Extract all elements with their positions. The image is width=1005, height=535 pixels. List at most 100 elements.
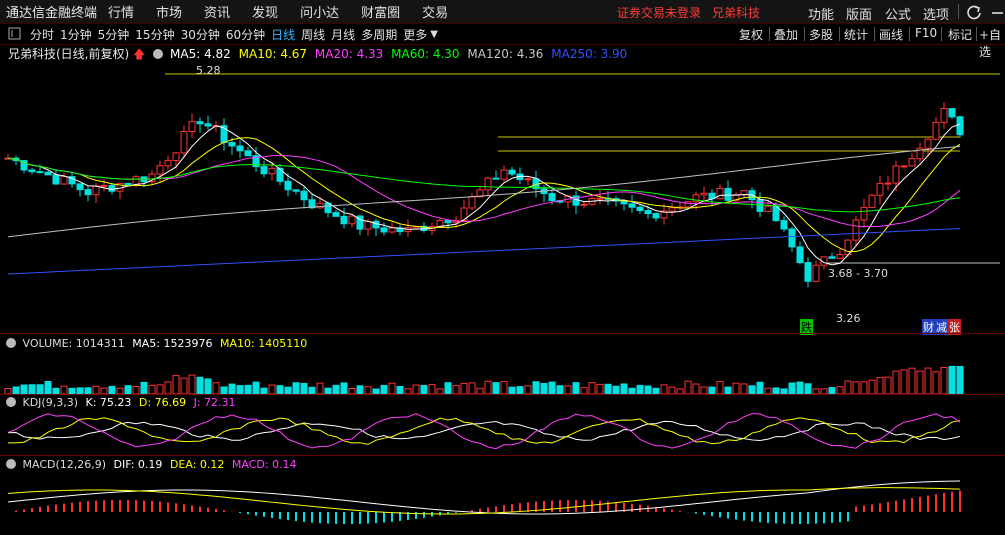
tool-huaxian[interactable]: 画线 xyxy=(879,26,903,43)
volume-bar xyxy=(788,382,796,394)
minimize-icon[interactable] xyxy=(990,4,1005,20)
tool-fuquan[interactable]: 复权 xyxy=(739,26,763,43)
volume-bar xyxy=(548,381,556,394)
volume-bar xyxy=(860,381,868,394)
volume-bar xyxy=(460,382,468,394)
volume-chart[interactable] xyxy=(0,350,1005,394)
volume-bar xyxy=(564,385,572,394)
volume-bar xyxy=(172,375,180,394)
candlestick-chart[interactable] xyxy=(0,60,1005,332)
period-1min[interactable]: 1分钟 xyxy=(60,26,92,43)
volume-settings-icon[interactable] xyxy=(6,338,16,348)
candle-body xyxy=(836,254,844,259)
period-15min[interactable]: 15分钟 xyxy=(135,26,174,43)
volume-bar xyxy=(180,377,188,394)
macd-chart[interactable] xyxy=(0,472,1005,535)
candle-body xyxy=(76,183,84,191)
volume-bar xyxy=(268,384,276,394)
volume-bar xyxy=(340,382,348,394)
macd-settings-icon[interactable] xyxy=(6,459,16,469)
candle-body xyxy=(900,165,908,168)
volume-bar xyxy=(532,381,540,394)
period-multi[interactable]: 多周期 xyxy=(361,26,397,43)
candle-body xyxy=(500,169,508,180)
menu-wenxiaoda[interactable]: 问小达 xyxy=(300,2,339,21)
tool-diejia[interactable]: 叠加 xyxy=(774,26,798,43)
period-monthly[interactable]: 月线 xyxy=(331,26,355,43)
volume-bar xyxy=(932,371,940,394)
kdj-chart[interactable] xyxy=(0,408,1005,454)
candle-body xyxy=(204,123,212,127)
menu-shichang[interactable]: 市场 xyxy=(156,2,182,21)
candle-body xyxy=(788,228,796,248)
candle-body xyxy=(244,150,252,157)
menu-banmian[interactable]: 版面 xyxy=(846,4,872,23)
candle-body xyxy=(940,108,948,123)
tool-duogu[interactable]: 多股 xyxy=(809,26,833,43)
volume-bar xyxy=(572,382,580,394)
settings-circle-icon[interactable] xyxy=(153,49,164,59)
tool-f10[interactable]: F10 xyxy=(915,26,937,40)
candle-body xyxy=(580,203,588,206)
kdj-settings-icon[interactable] xyxy=(6,397,16,407)
candle-body xyxy=(260,166,268,175)
candle-body xyxy=(268,167,276,175)
candle-body xyxy=(180,130,188,154)
volume-header: VOLUME: 1014311 MA5: 1523976 MA10: 14051… xyxy=(6,337,307,350)
candle-body xyxy=(644,210,652,215)
period-30min[interactable]: 30分钟 xyxy=(181,26,220,43)
menu-zixun[interactable]: 资讯 xyxy=(204,2,230,21)
volume-bar xyxy=(620,383,628,394)
candle-body xyxy=(524,178,532,181)
period-60min[interactable]: 60分钟 xyxy=(226,26,265,43)
period-more[interactable]: 更多 xyxy=(403,26,427,43)
volume-bar xyxy=(60,385,68,394)
divider xyxy=(958,4,959,19)
volume-bar xyxy=(20,384,28,394)
volume-bar xyxy=(484,380,492,394)
candle-body xyxy=(628,203,636,208)
toolbar-toggle-icon[interactable] xyxy=(8,27,22,41)
menu-hangqing[interactable]: 行情 xyxy=(108,2,134,21)
macd-dif: DIF: 0.19 xyxy=(113,458,163,471)
menu-jiaoyi[interactable]: 交易 xyxy=(422,2,448,21)
volume-bar xyxy=(244,384,252,394)
period-daily[interactable]: 日线 xyxy=(271,26,295,43)
volume-bar xyxy=(92,385,100,394)
menu-gongshi[interactable]: 公式 xyxy=(885,4,911,23)
candle-body xyxy=(908,158,916,167)
candle-body xyxy=(716,187,724,200)
candle-body xyxy=(52,174,60,185)
refresh-icon[interactable] xyxy=(966,4,982,20)
ma20-value: MA20: 4.33 xyxy=(314,47,384,61)
candle-body xyxy=(292,189,300,192)
tool-zixuan[interactable]: +自选 xyxy=(979,26,1005,60)
volume-bar xyxy=(388,382,396,394)
menu-gongneng[interactable]: 功能 xyxy=(808,4,834,23)
volume-bar xyxy=(300,382,308,394)
tool-biaoji[interactable]: 标记 xyxy=(948,26,972,43)
tool-tongji[interactable]: 统计 xyxy=(844,26,868,43)
menu-xuanxiang[interactable]: 选项 xyxy=(923,4,949,23)
candle-body xyxy=(100,184,108,187)
volume-bar xyxy=(316,382,324,394)
volume-bar xyxy=(852,381,860,394)
period-weekly[interactable]: 周线 xyxy=(301,26,325,43)
candle-body xyxy=(876,182,884,196)
login-notice[interactable]: 证券交易未登录 xyxy=(617,4,701,21)
volume-bar xyxy=(364,386,372,394)
volume-bar xyxy=(12,386,20,394)
period-fenshi[interactable]: 分时 xyxy=(30,26,54,43)
volume-ma10: MA10: 1405110 xyxy=(219,337,308,350)
candle-body xyxy=(956,116,964,136)
menu-caifuquan[interactable]: 财富圈 xyxy=(361,2,400,21)
more-dropdown-icon[interactable]: ▼ xyxy=(430,29,438,40)
candle-body xyxy=(740,190,748,196)
menu-faxian[interactable]: 发现 xyxy=(252,2,278,21)
ma5-value: MA5: 4.82 xyxy=(170,47,231,61)
volume-bar xyxy=(108,385,116,394)
volume-bar xyxy=(292,382,300,394)
divider xyxy=(976,27,977,41)
ma20-line xyxy=(7,155,961,228)
period-5min[interactable]: 5分钟 xyxy=(98,26,130,43)
